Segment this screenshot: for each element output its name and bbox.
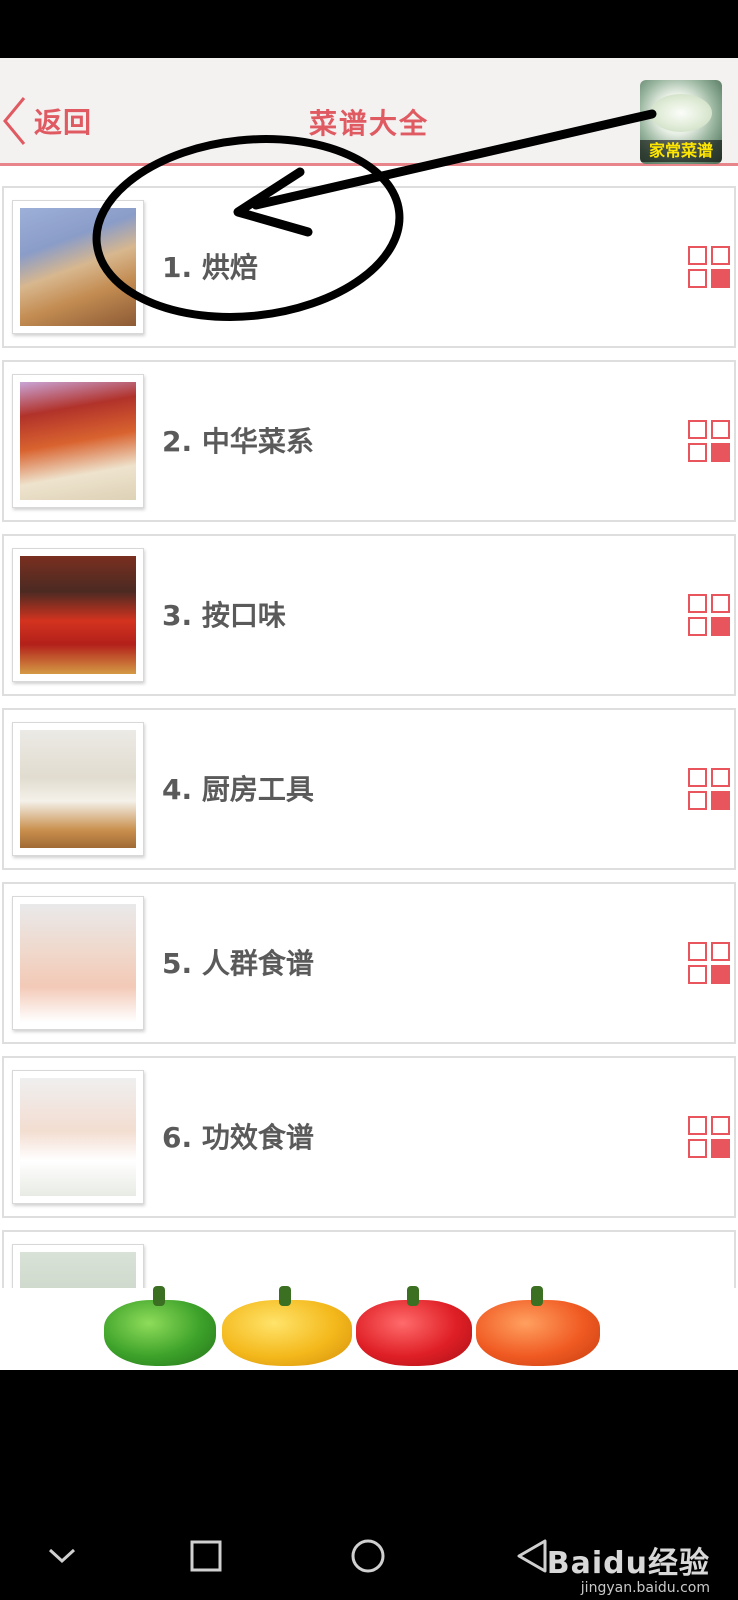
yellow-pepper-image <box>222 1286 352 1366</box>
kitchen-photo <box>20 730 136 848</box>
pregnancy-photo <box>20 904 136 1022</box>
category-label: 1. 烘焙 <box>162 251 258 284</box>
watermark-site: jingyan.baidu.com <box>580 1580 710 1596</box>
fitness-photo <box>20 1078 136 1196</box>
logo-badge-text: 家常菜谱 <box>640 140 722 162</box>
triangle-back-icon <box>516 1538 548 1578</box>
category-photo <box>20 1252 136 1288</box>
category-card-chinese-cuisine[interactable]: 2. 中华菜系 <box>2 360 736 522</box>
category-label: 3. 按口味 <box>162 599 286 632</box>
category-card-effect-recipes[interactable]: 6. 功效食谱 <box>2 1056 736 1218</box>
green-pepper-image <box>104 1286 216 1366</box>
app-header: 返回 菜谱大全 家常菜谱 <box>0 58 738 166</box>
chevron-down-icon <box>48 1547 76 1569</box>
grid-icon[interactable] <box>688 246 732 290</box>
category-label: 4. 厨房工具 <box>162 773 314 806</box>
category-label: 2. 中华菜系 <box>162 425 314 458</box>
page-title: 菜谱大全 <box>308 107 429 140</box>
category-label: 5. 人群食谱 <box>162 947 314 980</box>
red-pepper-image <box>356 1286 472 1366</box>
category-card-partial[interactable] <box>2 1230 736 1288</box>
nav-recent-button[interactable] <box>176 1528 236 1588</box>
grid-icon[interactable] <box>688 594 732 638</box>
grid-icon[interactable] <box>688 1116 732 1160</box>
chili-photo <box>20 556 136 674</box>
category-thumbnail <box>12 548 144 682</box>
grid-icon[interactable] <box>688 768 732 812</box>
baidu-jingyan-watermark: Baidu经验 jingyan.baidu.com <box>547 1538 710 1596</box>
baking-photo <box>20 208 136 326</box>
category-card-by-taste[interactable]: 3. 按口味 <box>2 534 736 696</box>
grid-icon[interactable] <box>688 420 732 464</box>
orange-pepper-image <box>476 1286 600 1366</box>
category-thumbnail <box>12 722 144 856</box>
system-navigation-bar: Baidu经验 jingyan.baidu.com <box>0 1520 738 1600</box>
category-label: 6. 功效食谱 <box>162 1121 314 1154</box>
nav-home-button[interactable] <box>338 1528 398 1588</box>
circle-icon <box>350 1538 386 1578</box>
category-card-kitchen-tools[interactable]: 4. 厨房工具 <box>2 708 736 870</box>
category-list[interactable]: 1. 烘焙 2. 中华菜系 3. 按口味 4. 厨房工具 5. 人群食谱 6. … <box>0 166 738 1288</box>
square-icon <box>190 1540 222 1576</box>
peppers-banner <box>0 1286 738 1370</box>
category-thumbnail <box>12 200 144 334</box>
category-thumbnail <box>12 374 144 508</box>
soup-bowl-image <box>650 94 712 132</box>
category-card-group-recipes[interactable]: 5. 人群食谱 <box>2 882 736 1044</box>
home-cooking-logo-button[interactable]: 家常菜谱 <box>640 80 722 164</box>
category-thumbnail <box>12 1244 144 1288</box>
status-bar <box>0 0 738 58</box>
category-thumbnail <box>12 896 144 1030</box>
watermark-brand: Baidu经验 <box>546 1546 710 1581</box>
nav-down-button[interactable] <box>32 1528 92 1588</box>
category-card-baking[interactable]: 1. 烘焙 <box>2 186 736 348</box>
grid-icon[interactable] <box>688 942 732 986</box>
chinese-cuisine-photo <box>20 382 136 500</box>
category-thumbnail <box>12 1070 144 1204</box>
